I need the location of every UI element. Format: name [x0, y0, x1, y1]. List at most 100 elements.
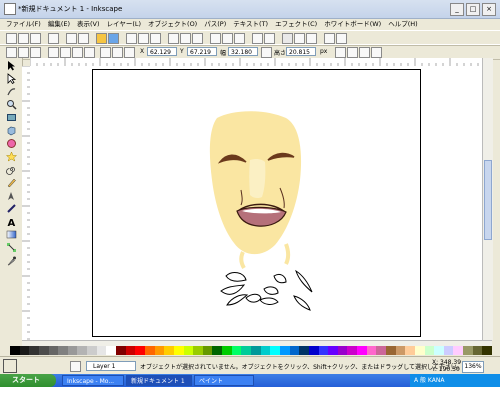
- zoom-field[interactable]: 136%: [462, 361, 484, 373]
- palette-swatch[interactable]: [77, 346, 88, 355]
- vertical-scroll-thumb[interactable]: [484, 160, 492, 240]
- unit-selector[interactable]: px: [320, 48, 327, 55]
- palette-swatch[interactable]: [10, 346, 20, 355]
- palette-swatch[interactable]: [453, 346, 464, 355]
- palette-swatch[interactable]: [463, 346, 473, 355]
- raise-icon[interactable]: [112, 47, 123, 58]
- palette-swatch[interactable]: [337, 346, 348, 355]
- ellipse-tool-icon[interactable]: [6, 138, 17, 149]
- palette-swatch[interactable]: [328, 346, 338, 355]
- palette-swatch[interactable]: [183, 346, 194, 355]
- cut-icon[interactable]: [138, 33, 149, 44]
- palette-swatch[interactable]: [96, 346, 107, 355]
- zoom-selection-icon[interactable]: [168, 33, 179, 44]
- redo-icon[interactable]: [108, 33, 119, 44]
- palette-swatch[interactable]: [308, 346, 319, 355]
- palette-swatch[interactable]: [212, 346, 223, 355]
- close-button[interactable]: ×: [482, 3, 496, 16]
- connector-tool-icon[interactable]: [6, 242, 17, 253]
- palette-swatch[interactable]: [289, 346, 300, 355]
- preferences-icon[interactable]: [336, 33, 347, 44]
- y-field[interactable]: 67.219: [187, 47, 217, 56]
- palette-swatch[interactable]: [395, 346, 406, 355]
- palette-swatch[interactable]: [231, 346, 242, 355]
- unlink-clone-icon[interactable]: [234, 33, 245, 44]
- taskbar-item-inkscape[interactable]: Inkscape - Mo...: [62, 375, 124, 386]
- scale-corners-icon[interactable]: [347, 47, 358, 58]
- palette-swatch[interactable]: [202, 346, 213, 355]
- zoom-drawing-icon[interactable]: [180, 33, 191, 44]
- palette-swatch[interactable]: [19, 346, 30, 355]
- palette-swatch[interactable]: [270, 346, 280, 355]
- palette-swatch[interactable]: [48, 346, 59, 355]
- width-field[interactable]: 32.180: [228, 47, 258, 56]
- palette-swatch[interactable]: [443, 346, 454, 355]
- raise-to-top-icon[interactable]: [100, 47, 111, 58]
- start-button[interactable]: スタート: [0, 374, 56, 387]
- ungroup-icon[interactable]: [264, 33, 275, 44]
- fill-stroke-icon[interactable]: [282, 33, 293, 44]
- star-tool-icon[interactable]: [6, 151, 17, 162]
- flip-vertical-icon[interactable]: [84, 47, 95, 58]
- menu-edit[interactable]: 編集(E): [48, 18, 70, 30]
- rectangle-tool-icon[interactable]: [6, 112, 17, 123]
- palette-swatch[interactable]: [58, 346, 68, 355]
- vertical-scrollbar[interactable]: [482, 58, 493, 340]
- palette-swatch[interactable]: [241, 346, 252, 355]
- new-document-icon[interactable]: [6, 33, 17, 44]
- node-tool-icon[interactable]: [6, 73, 17, 84]
- menu-file[interactable]: ファイル(F): [6, 18, 41, 30]
- tweak-tool-icon[interactable]: [6, 86, 17, 97]
- palette-swatch[interactable]: [135, 346, 145, 355]
- menu-text[interactable]: テキスト(T): [233, 18, 268, 30]
- menu-layer[interactable]: レイヤー(L): [107, 18, 142, 30]
- menu-object[interactable]: オブジェクト(O): [148, 18, 197, 30]
- palette-swatch[interactable]: [67, 346, 78, 355]
- lock-ratio-icon[interactable]: [261, 47, 272, 58]
- move-gradients-icon[interactable]: [359, 47, 370, 58]
- 3d-box-tool-icon[interactable]: [6, 125, 17, 136]
- palette-swatch[interactable]: [193, 346, 203, 355]
- selector-tool-icon[interactable]: [6, 60, 17, 71]
- open-icon[interactable]: [18, 33, 29, 44]
- menu-path[interactable]: パス(P): [204, 18, 226, 30]
- paste-icon[interactable]: [150, 33, 161, 44]
- minimize-button[interactable]: _: [450, 3, 464, 16]
- pen-tool-icon[interactable]: [6, 190, 17, 201]
- palette-swatch[interactable]: [125, 346, 136, 355]
- palette-swatch[interactable]: [29, 346, 39, 355]
- palette-swatch[interactable]: [318, 346, 329, 355]
- palette-swatch[interactable]: [482, 346, 493, 355]
- palette-swatch[interactable]: [260, 346, 271, 355]
- move-patterns-icon[interactable]: [371, 47, 382, 58]
- align-icon[interactable]: [324, 33, 335, 44]
- palette-swatch[interactable]: [472, 346, 483, 355]
- palette-swatch[interactable]: [164, 346, 174, 355]
- menu-help[interactable]: ヘルプ(H): [388, 18, 417, 30]
- palette-swatch[interactable]: [405, 346, 415, 355]
- palette-swatch[interactable]: [347, 346, 358, 355]
- print-icon[interactable]: [48, 33, 59, 44]
- copy-icon[interactable]: [126, 33, 137, 44]
- palette-swatch[interactable]: [116, 346, 126, 355]
- palette-swatch[interactable]: [434, 346, 444, 355]
- palette-swatch[interactable]: [279, 346, 290, 355]
- menu-effects[interactable]: エフェクト(C): [275, 18, 317, 30]
- palette-swatch[interactable]: [106, 346, 117, 355]
- x-field[interactable]: 62.129: [147, 47, 177, 56]
- height-field[interactable]: 20.815: [286, 47, 316, 56]
- zoom-page-icon[interactable]: [192, 33, 203, 44]
- xml-editor-icon[interactable]: [306, 33, 317, 44]
- select-all-icon[interactable]: [6, 47, 17, 58]
- menu-view[interactable]: 表示(V): [77, 18, 100, 30]
- pencil-tool-icon[interactable]: [6, 177, 17, 188]
- spiral-tool-icon[interactable]: [6, 164, 17, 175]
- taskbar-item-document[interactable]: 新規ドキュメント 1: [126, 375, 192, 386]
- palette-swatch[interactable]: [173, 346, 184, 355]
- save-icon[interactable]: [30, 33, 41, 44]
- rotate-ccw-icon[interactable]: [48, 47, 59, 58]
- palette-swatch[interactable]: [366, 346, 377, 355]
- zoom-tool-icon[interactable]: [6, 99, 17, 110]
- palette-swatch[interactable]: [385, 346, 396, 355]
- clone-icon[interactable]: [222, 33, 233, 44]
